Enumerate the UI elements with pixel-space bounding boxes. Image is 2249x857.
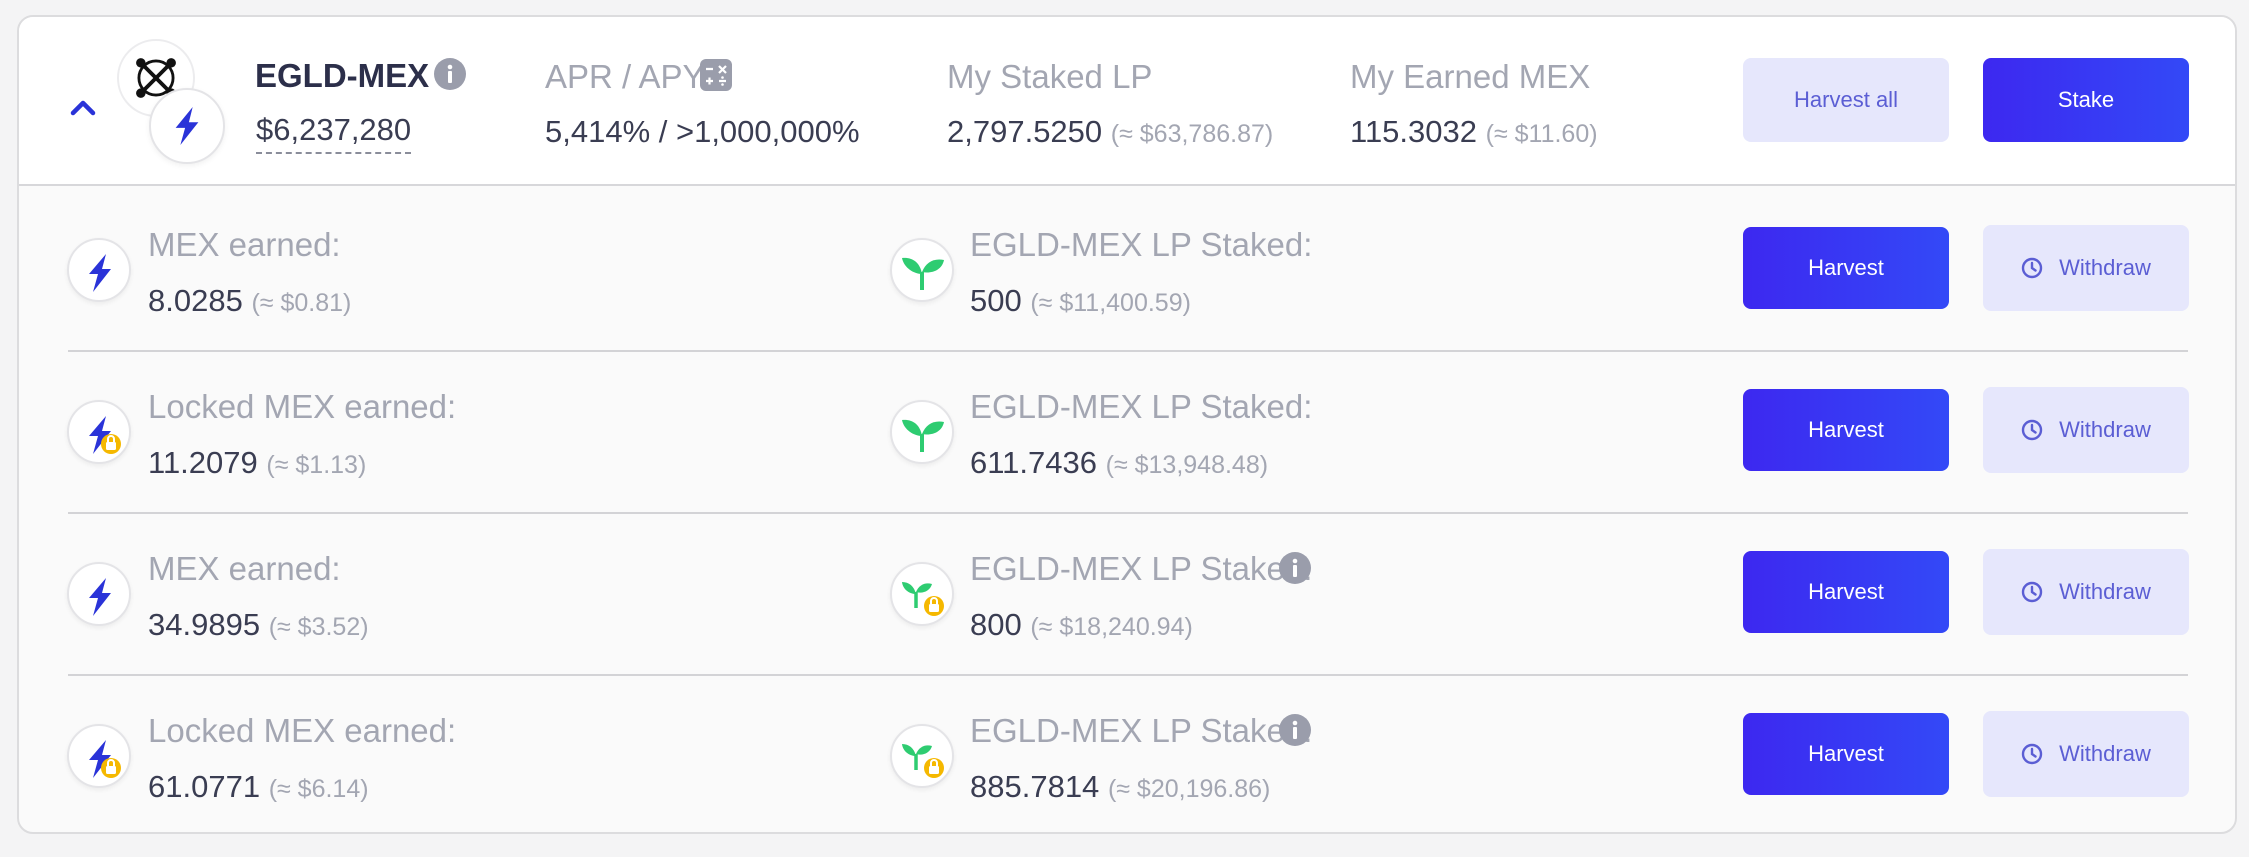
reward-value: 34.9895	[148, 607, 261, 642]
clock-icon	[2021, 257, 2043, 279]
lp-staked-usd: (≈ $18,240.94)	[1030, 613, 1193, 641]
clock-icon	[2021, 581, 2043, 603]
reward-usd: (≈ $3.52)	[268, 613, 369, 641]
locked-sprout-icon	[890, 562, 954, 626]
lp-staked-value: 885.7814	[970, 769, 1100, 804]
earned-mex-value: 115.3032	[1350, 114, 1477, 149]
info-icon[interactable]	[1278, 551, 1312, 585]
lp-staked-label: EGLD-MEX LP Staked:	[970, 550, 1313, 587]
harvest-button[interactable]: Harvest	[1743, 389, 1949, 471]
farm-card: EGLD-MEX $6,237,280 APR / APY 5,414% / >…	[17, 15, 2237, 834]
earned-mex-label: My Earned MEX	[1350, 58, 1591, 95]
reward-value: 8.0285	[148, 283, 243, 318]
apr-value: 5,414% / >1,000,000%	[545, 114, 860, 149]
sprout-icon	[890, 238, 954, 302]
reward-label: Locked MEX earned:	[148, 712, 457, 749]
pair-name: EGLD-MEX	[255, 57, 430, 94]
position-row: Locked MEX earned: 61.0771 (≈ $6.14) EGL…	[19, 674, 2235, 832]
clock-icon	[2021, 743, 2043, 765]
harvest-all-button[interactable]: Harvest all	[1743, 58, 1949, 142]
withdraw-label: Withdraw	[2059, 255, 2151, 280]
lp-staked-usd: (≈ $11,400.59)	[1030, 289, 1191, 317]
position-row: MEX earned: 8.0285 (≈ $0.81) EGLD-MEX LP…	[19, 188, 2235, 350]
reward-label: Locked MEX earned:	[148, 388, 457, 425]
calculator-icon[interactable]	[700, 59, 732, 91]
staked-lp-usd: (≈ $63,786.87)	[1110, 120, 1274, 148]
lp-staked-label: EGLD-MEX LP Staked:	[970, 712, 1313, 749]
earned-mex-usd: (≈ $11.60)	[1485, 120, 1598, 148]
withdraw-button[interactable]: Withdraw	[1983, 549, 2189, 635]
lp-staked-usd: (≈ $20,196.86)	[1107, 775, 1271, 803]
withdraw-label: Withdraw	[2059, 579, 2151, 604]
lp-staked-usd: (≈ $13,948.48)	[1105, 451, 1269, 479]
lp-staked-value-group: 800 (≈ $18,240.94)	[970, 607, 1193, 643]
reward-value-group: 8.0285 (≈ $0.81)	[148, 283, 351, 319]
lp-staked-value: 800	[970, 607, 1022, 642]
locked-mex-icon	[67, 400, 131, 464]
reward-usd: (≈ $6.14)	[268, 775, 369, 803]
locked-sprout-icon	[890, 724, 954, 788]
mex-icon	[67, 562, 131, 626]
position-row: MEX earned: 34.9895 (≈ $3.52) EGLD-MEX L…	[19, 512, 2235, 674]
locked-mex-icon	[67, 724, 131, 788]
earned-mex-value-group: 115.3032 (≈ $11.60)	[1350, 114, 1598, 150]
withdraw-button[interactable]: Withdraw	[1983, 225, 2189, 311]
mex-token-icon	[149, 88, 225, 164]
apr-label: APR / APY	[545, 58, 705, 95]
reward-usd: (≈ $0.81)	[251, 289, 352, 317]
lp-staked-label: EGLD-MEX LP Staked:	[970, 226, 1313, 263]
sprout-icon	[890, 400, 954, 464]
info-icon[interactable]	[1278, 713, 1312, 747]
lp-staked-value: 611.7436	[970, 445, 1097, 480]
info-icon[interactable]	[433, 57, 467, 91]
chevron-up-icon[interactable]	[63, 87, 103, 127]
mex-icon	[67, 238, 131, 302]
lp-staked-value-group: 611.7436 (≈ $13,948.48)	[970, 445, 1268, 481]
reward-value: 11.2079	[148, 445, 258, 480]
withdraw-label: Withdraw	[2059, 741, 2151, 766]
position-row: Locked MEX earned: 11.2079 (≈ $1.13) EGL…	[19, 350, 2235, 512]
farm-header: EGLD-MEX $6,237,280 APR / APY 5,414% / >…	[19, 17, 2235, 186]
lp-staked-value-group: 885.7814 (≈ $20,196.86)	[970, 769, 1270, 805]
staked-lp-value-group: 2,797.5250 (≈ $63,786.87)	[947, 114, 1273, 150]
reward-value-group: 61.0771 (≈ $6.14)	[148, 769, 369, 805]
staked-lp-value: 2,797.5250	[947, 114, 1103, 149]
withdraw-button[interactable]: Withdraw	[1983, 387, 2189, 473]
tvl-value[interactable]: $6,237,280	[256, 112, 412, 154]
reward-label: MEX earned:	[148, 226, 341, 263]
clock-icon	[2021, 419, 2043, 441]
harvest-button[interactable]: Harvest	[1743, 227, 1949, 309]
staked-lp-label: My Staked LP	[947, 58, 1153, 95]
harvest-button[interactable]: Harvest	[1743, 551, 1949, 633]
reward-usd: (≈ $1.13)	[266, 451, 367, 479]
reward-value: 61.0771	[148, 769, 261, 804]
lp-staked-value: 500	[970, 283, 1022, 318]
stake-button[interactable]: Stake	[1983, 58, 2189, 142]
reward-label: MEX earned:	[148, 550, 341, 587]
lp-staked-value-group: 500 (≈ $11,400.59)	[970, 283, 1191, 319]
reward-value-group: 34.9895 (≈ $3.52)	[148, 607, 369, 643]
withdraw-button[interactable]: Withdraw	[1983, 711, 2189, 797]
lp-staked-label: EGLD-MEX LP Staked:	[970, 388, 1313, 425]
harvest-button[interactable]: Harvest	[1743, 713, 1949, 795]
reward-value-group: 11.2079 (≈ $1.13)	[148, 445, 366, 481]
withdraw-label: Withdraw	[2059, 417, 2151, 442]
